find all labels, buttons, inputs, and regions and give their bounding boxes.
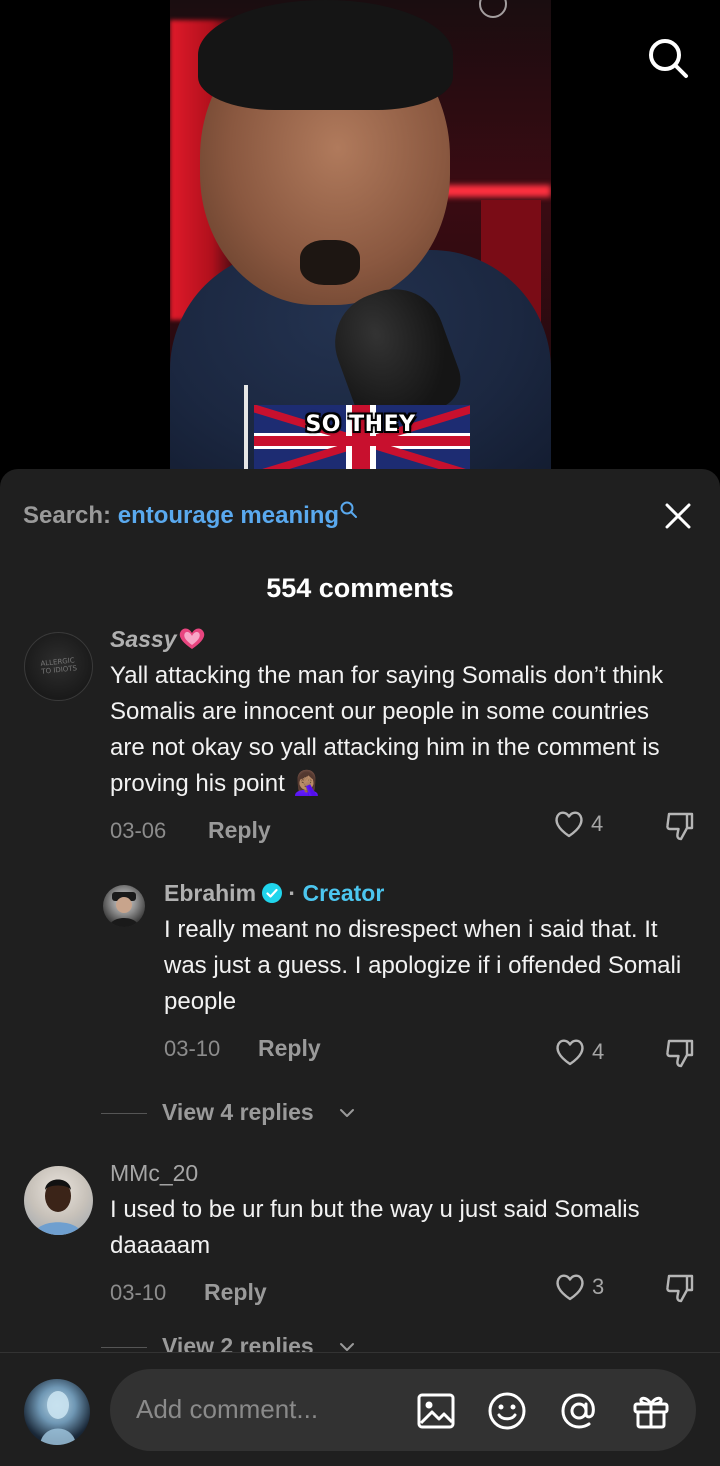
close-icon[interactable] [662, 500, 694, 532]
my-avatar[interactable] [24, 1379, 90, 1445]
like-button[interactable]: 3 [554, 1271, 604, 1303]
person-silhouette-icon [109, 892, 139, 927]
dislike-icon[interactable] [663, 809, 697, 843]
person-photo-icon [34, 1179, 82, 1235]
comment-date: 03-10 [164, 1036, 221, 1061]
verified-icon [262, 883, 283, 903]
like-count: 4 [592, 1039, 605, 1064]
comment-count: 554 comments [266, 573, 454, 603]
comment-body: Yall attacking the man for saying Somali… [110, 662, 664, 797]
search-term-link[interactable]: entourage meaning [118, 502, 339, 529]
like-button[interactable]: 4 [553, 808, 603, 840]
divider-line [101, 1347, 147, 1348]
video-caption: SO THEY [305, 412, 416, 437]
reply-button[interactable]: Reply [208, 817, 271, 844]
chevron-down-icon [340, 1109, 354, 1117]
comment-body: I really meant no disrespect when i said… [164, 916, 682, 1015]
comment-composer: Add comment... [0, 1352, 720, 1466]
comment-username[interactable]: Sassy [110, 626, 207, 653]
dislike-icon[interactable] [663, 1036, 697, 1070]
add-comment-placeholder: Add comment... [136, 1394, 319, 1424]
speaker-beard [300, 240, 360, 285]
video-player[interactable]: SO THEY [0, 0, 720, 475]
heart-outline-icon [556, 1039, 584, 1066]
search-suggestion[interactable]: Search: entourage meaning [23, 501, 359, 530]
divider-line [101, 1113, 147, 1114]
search-icon[interactable] [644, 34, 692, 82]
comment-body: I used to be ur fun but the way u just s… [110, 1196, 640, 1259]
emoji-icon[interactable] [487, 1391, 527, 1431]
view-replies-button[interactable]: View 4 replies [101, 1099, 401, 1129]
avatar[interactable]: ALLERGIC TO IDIOTS [24, 632, 93, 701]
comment-username[interactable]: MMc_20 [110, 1160, 198, 1187]
gift-icon[interactable] [631, 1391, 671, 1431]
search-prefix: Search: [23, 502, 112, 529]
separator-dot: · [288, 880, 297, 906]
like-button[interactable]: 4 [554, 1036, 604, 1068]
creator-badge: Creator [302, 880, 385, 906]
heart-emoji-icon [179, 628, 204, 649]
comment-username[interactable]: Ebrahim · Creator [164, 880, 384, 907]
heart-outline-icon [555, 811, 583, 838]
comments-sheet: Search: entourage meaning 554 comments A… [0, 469, 720, 1466]
profile-figure-icon [40, 1391, 76, 1445]
username-text: Sassy [110, 626, 177, 652]
mention-icon[interactable] [559, 1391, 599, 1431]
view-replies-label: View 4 replies [162, 1099, 314, 1125]
image-icon[interactable] [416, 1391, 456, 1431]
shirt-print-icon: ALLERGIC TO IDIOTS [40, 656, 78, 676]
heart-outline-icon [556, 1274, 584, 1301]
like-count: 3 [592, 1274, 605, 1299]
like-count: 4 [591, 811, 604, 836]
reply-button[interactable]: Reply [204, 1279, 267, 1306]
username-text: Ebrahim [164, 880, 257, 906]
reply-button[interactable]: Reply [258, 1035, 321, 1062]
comment-date: 03-10 [110, 1280, 167, 1305]
search-icon [340, 501, 358, 518]
avatar[interactable] [24, 1166, 93, 1235]
avatar[interactable] [103, 885, 145, 927]
comment-date: 03-06 [110, 818, 167, 843]
add-comment-input[interactable]: Add comment... [110, 1369, 696, 1451]
dislike-icon[interactable] [663, 1271, 697, 1305]
speaker-hair [198, 0, 453, 110]
video-frame[interactable] [170, 0, 551, 475]
